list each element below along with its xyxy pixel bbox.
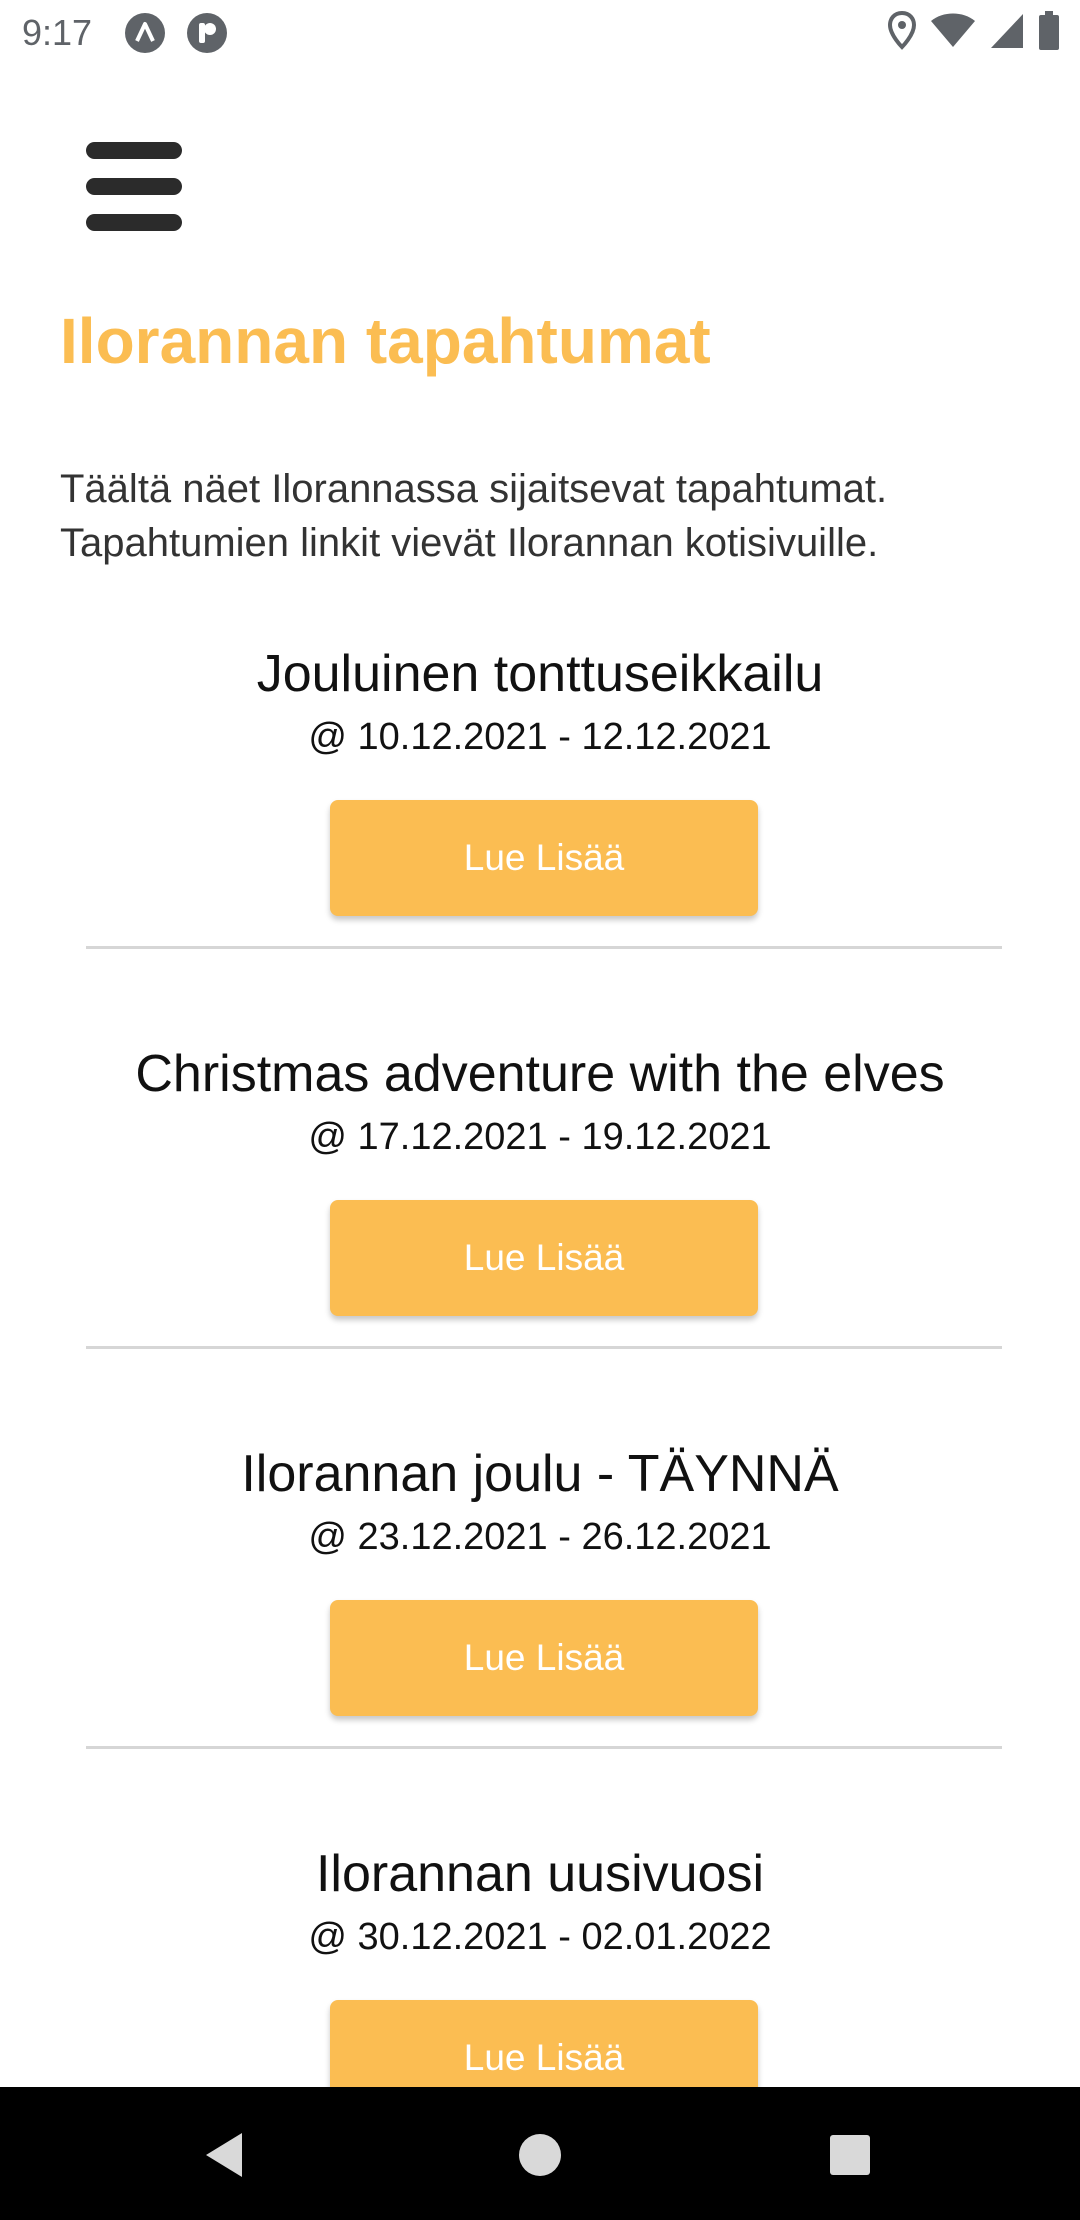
- event-title: Jouluinen tonttuseikkailu: [256, 645, 824, 703]
- intro-line-1: Täältä näet Ilorannassa sijaitsevat tapa…: [60, 467, 888, 511]
- status-time: 9:17: [22, 12, 93, 53]
- location-icon: [887, 10, 917, 56]
- battery-icon: [1038, 10, 1060, 56]
- event-date: @ 23.12.2021 - 26.12.2021: [308, 1516, 772, 1558]
- event-date: @ 17.12.2021 - 19.12.2021: [308, 1116, 772, 1158]
- recents-icon[interactable]: [820, 2125, 880, 2185]
- event-title: Ilorannan joulu - TÄYNNÄ: [241, 1445, 839, 1503]
- page-title: Ilorannan tapahtumat: [60, 305, 711, 377]
- navigation-bar: [0, 2087, 1080, 2220]
- home-icon[interactable]: [510, 2125, 570, 2185]
- event-item: Jouluinen tonttuseikkailu @ 10.12.2021 -…: [0, 644, 1080, 1044]
- back-icon[interactable]: [196, 2125, 256, 2185]
- app-notification-icon-2: [186, 12, 228, 54]
- intro-text: Täältä näet Ilorannassa sijaitsevat tapa…: [60, 462, 1050, 570]
- divider: [86, 1746, 1002, 1749]
- read-more-button[interactable]: Lue Lisää: [330, 1200, 758, 1316]
- menu-button[interactable]: [84, 140, 184, 236]
- read-more-button[interactable]: Lue Lisää: [330, 800, 758, 916]
- event-title: Ilorannan uusivuosi: [315, 1845, 765, 1903]
- cellular-signal-icon: [990, 13, 1024, 54]
- event-date: @ 30.12.2021 - 02.01.2022: [308, 1916, 772, 1958]
- intro-line-2: Tapahtumien linkit vievät Ilorannan koti…: [60, 521, 879, 565]
- read-more-button[interactable]: Lue Lisää: [330, 1600, 758, 1716]
- event-date: @ 10.12.2021 - 12.12.2021: [308, 716, 772, 758]
- app-notification-icon: [124, 12, 166, 54]
- status-bar: 9:17: [0, 0, 1080, 66]
- event-item: Christmas adventure with the elves @ 17.…: [0, 1044, 1080, 1444]
- divider: [86, 946, 1002, 949]
- screen: 9:17 Ilorannan tapahtumat Täältä näet Il…: [0, 0, 1080, 2220]
- event-item: Ilorannan joulu - TÄYNNÄ @ 23.12.2021 - …: [0, 1444, 1080, 1844]
- event-title: Christmas adventure with the elves: [135, 1045, 945, 1103]
- divider: [86, 1346, 1002, 1349]
- hamburger-menu-icon: [86, 142, 182, 231]
- wifi-icon: [930, 13, 976, 54]
- status-right-icons: [887, 10, 1060, 56]
